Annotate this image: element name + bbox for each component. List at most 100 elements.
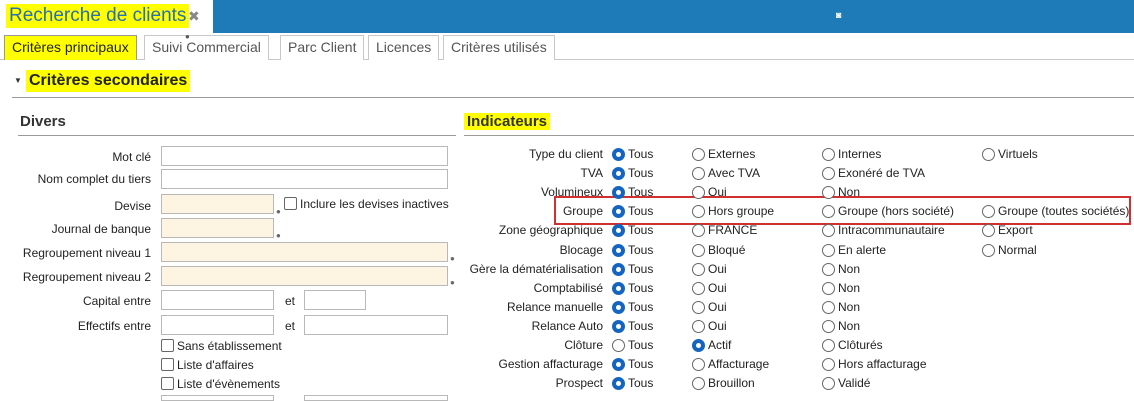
indicator-radio[interactable] [612,148,625,161]
indicator-label: Clôture [564,338,603,352]
indicator-label: Gère la dématérialisation [469,262,603,276]
sans-etablissement-checkbox[interactable] [161,339,174,352]
regroupement-1-input[interactable] [161,242,448,262]
indicator-option-label: Tous [628,147,654,161]
indicator-radio[interactable] [822,377,835,390]
indicator-option-label: FRANCE [708,223,758,237]
indicator-option-label: Tous [628,376,654,390]
indicator-option-label: Non [838,185,861,199]
indicator-option-label: Oui [708,300,727,314]
indicator-radio[interactable] [822,244,835,257]
indicator-option-label: Tous [628,185,654,199]
field-label: Journal de banque [51,222,151,236]
liste-affaires-checkbox[interactable] [161,358,174,371]
indicator-radio[interactable] [612,339,625,352]
pin-icon[interactable]: ◙ [836,10,841,20]
indicator-radio[interactable] [982,244,995,257]
capital-to-input[interactable] [304,290,366,310]
indicator-radio[interactable] [982,148,995,161]
window-tab[interactable]: Recherche de clients ✖ [0,0,213,33]
indicator-radio[interactable] [692,224,705,237]
criteria-tabs: Critères principaux Suivi Commercial Par… [0,35,1134,60]
indicator-radio[interactable] [612,224,625,237]
indicator-radio[interactable] [982,205,995,218]
indicator-radio[interactable] [692,320,705,333]
indicator-radio[interactable] [612,282,625,295]
indicator-radio[interactable] [822,320,835,333]
partial-input[interactable] [161,395,274,401]
indicator-radio[interactable] [612,263,625,276]
indicator-option-label: Actif [708,338,732,352]
indicator-radio[interactable] [822,282,835,295]
indicator-radio[interactable] [612,244,625,257]
indicator-option-label: Hors groupe [708,204,775,218]
indicator-option-label: Tous [628,262,654,276]
journal-banque-input[interactable] [161,218,274,238]
indicator-label: Groupe [562,204,603,218]
indicator-option-label: Externes [708,147,756,161]
indicator-radio[interactable] [822,224,835,237]
tab-criteres-principaux[interactable]: Critères principaux [4,35,137,60]
regroupement-2-input[interactable] [161,266,448,286]
indicator-radio[interactable] [612,186,625,199]
indicator-radio[interactable] [692,339,705,352]
indicator-radio[interactable] [692,263,705,276]
indicator-radio[interactable] [692,358,705,371]
checkbox-label: Liste d'évènements [177,377,281,391]
tab-criteres-utilises[interactable]: Critères utilisés [443,35,555,60]
indicator-radio[interactable] [612,301,625,314]
indicator-radio[interactable] [692,377,705,390]
indicator-radio[interactable] [822,205,835,218]
indicator-radio[interactable] [822,263,835,276]
indicator-radio[interactable] [612,320,625,333]
indicator-label: Relance manuelle [506,300,603,314]
tab-parc-client[interactable]: Parc Client [280,35,365,60]
field-label: Nom complet du tiers [37,172,151,186]
indicator-radio[interactable] [692,186,705,199]
devise-input[interactable] [161,194,274,214]
collapse-arrow-icon[interactable]: ▼ [14,76,22,85]
mot-cle-input[interactable] [161,146,448,166]
lookup-icon[interactable]: ● [276,231,281,240]
indicator-radio[interactable] [692,282,705,295]
tab-licences[interactable]: Licences [368,35,440,60]
partial-input[interactable] [304,395,448,401]
liste-evenements-checkbox[interactable] [161,377,174,390]
effectifs-to-input[interactable] [304,315,448,335]
indicator-radio[interactable] [692,167,705,180]
indicator-option-label: Normal [998,243,1037,257]
indicator-radio[interactable] [612,205,625,218]
checkbox-label: Inclure les devises inactives [300,197,449,211]
indicator-label: Blocage [559,243,603,257]
include-inactive-currencies-checkbox[interactable] [284,197,297,210]
indicator-label: Volumineux [540,185,603,199]
indicator-label: Zone géographique [498,223,603,237]
indicator-option-label: Exonéré de TVA [838,166,925,180]
indicator-option-label: Non [838,262,861,276]
close-tab-icon[interactable]: ✖ [188,8,200,25]
effectifs-from-input[interactable] [161,315,274,335]
indicator-radio[interactable] [822,301,835,314]
indicator-radio[interactable] [692,205,705,218]
indicator-radio[interactable] [982,224,995,237]
field-label: Mot clé [112,150,151,164]
indicator-option-label: Avec TVA [708,166,761,180]
indicator-radio[interactable] [822,358,835,371]
indicator-radio[interactable] [612,377,625,390]
lookup-icon[interactable]: ● [276,207,281,216]
nom-complet-input[interactable] [161,169,448,189]
indicator-radio[interactable] [692,301,705,314]
indicator-radio[interactable] [822,148,835,161]
indicator-radio[interactable] [822,167,835,180]
indicator-radio[interactable] [612,358,625,371]
indicator-radio[interactable] [822,339,835,352]
indicator-option-label: Tous [628,357,654,371]
field-label: Regroupement niveau 1 [22,246,151,260]
indicator-radio[interactable] [822,186,835,199]
indicator-radio[interactable] [612,167,625,180]
indicator-radio[interactable] [692,244,705,257]
indicator-option-label: Hors affacturage [838,357,927,371]
capital-from-input[interactable] [161,290,274,310]
indicator-radio[interactable] [692,148,705,161]
tab-suivi-commercial[interactable]: Suivi Commercial [144,35,269,60]
